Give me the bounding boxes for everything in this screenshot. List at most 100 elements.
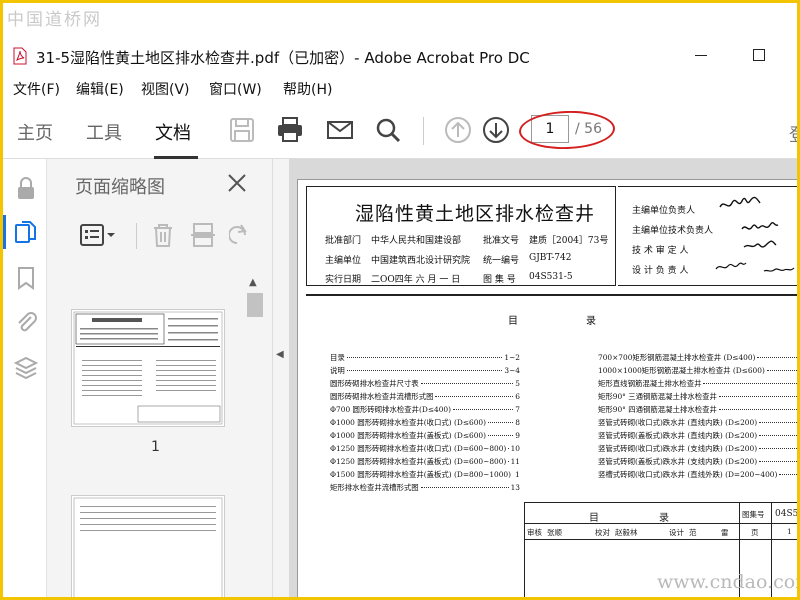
save-icon[interactable] [227,115,257,145]
mail-icon[interactable] [325,115,355,145]
stamp-page-label: 页 [751,528,759,537]
toc-entry-title: 700×700矩形钢筋混凝土排水检查井 (D≤400) [598,353,756,362]
menu-help[interactable]: 帮助(H) [283,79,332,99]
extract-pages-icon[interactable] [189,221,217,249]
toc-heading: 录 [586,316,596,327]
handwritten-signatures [715,196,795,272]
panel-splitter[interactable]: ◀ [273,159,289,597]
thumbnail-scrollbar[interactable]: ▲ [246,273,264,597]
scroll-thumb[interactable] [247,293,263,317]
print-icon[interactable] [275,115,305,145]
rotate-icon[interactable] [229,221,247,249]
toc-entry-page: 7 [515,405,520,414]
toc-row: 圆形砖砌排水检查井流槽形式图 6 [330,391,520,404]
number-label: 统一编号 [483,256,520,266]
toc-entry-title: Φ1000 圆形砖砌排水检查井(盖板式) (D≤600) [330,431,487,440]
toc-right-column: 700×700矩形钢筋混凝土排水检查井 (D≤400)141000×1000矩形… [598,352,797,482]
approve-doc-label: 批准文号 [483,236,520,246]
page-up-icon[interactable] [443,115,473,145]
date-label: 实行日期 [325,275,362,285]
toc-row: 矩形直线钢筋混凝土排水检查井16 [598,378,797,391]
attachment-icon[interactable] [13,309,39,335]
toc-row: 1000×1000矩形钢筋混凝土排水检查井 (D≤600)15 [598,365,797,378]
toc-row: 竖管式砖砌(收口式)跌水井 (直线内跌) (D≤200)19 [598,417,797,430]
toc-entry-title: 说明 [330,366,345,375]
toc-row: 说明 3~4 [330,365,520,378]
toc-leader-dots [420,487,509,488]
stamp-cell: 范 [689,528,697,537]
page-thumbnails-panel: 页面缩略图 1 ▲ [47,159,273,597]
signature-label: 主编单位技术负责人 [632,226,714,236]
tab-home[interactable]: 主页 [17,119,53,145]
toolbar-separator [423,117,424,145]
stamp-title: 目 [589,513,599,524]
toc-row: 目录 1~2 [330,352,520,365]
search-icon[interactable] [373,115,403,145]
toc-entry-title: 圆形砖砌排水检查井尺寸表 [330,379,419,388]
toc-row: 圆形砖砌排水检查井尺寸表 5 [330,378,520,391]
maximize-button[interactable] [753,49,765,61]
toc-entry-title: 竖管式砖砌(盖板式)跌水井 (直线内跌) (D≤200) [598,431,758,440]
signature-label: 设 计 负 责 人 [632,266,689,276]
toc-leader-dots [759,422,797,423]
app-window: 中国道桥网 31-5湿陷性黄土地区排水检查井.pdf（已加密）- Adobe A… [0,0,800,600]
toc-row: Φ1500 圆形砖砌排水检查井(盖板式) (D=800~1000)12 [330,469,520,482]
toc-entry-title: 矩形直线钢筋混凝土排水检查井 [598,379,702,388]
toc-row: 竖管式砖砌(盖板式)跌水井 (支线内跌) (D≤200)22 [598,456,797,469]
toc-entry-page: 1~2 [504,353,520,362]
toc-leader-dots [346,357,503,358]
approve-doc: 建质［2004］73号 [529,236,609,246]
toc-leader-dots [488,422,514,423]
stamp-cell: 审核 [527,528,542,537]
toc-leader-dots [718,396,797,397]
tab-tools[interactable]: 工具 [86,119,122,145]
toc-entry-title: Φ1500 圆形砖砌排水检查井(盖板式) (D=800~1000) [330,470,512,479]
pdf-page: 湿陷性黄土地区排水检查井 批准部门 中华人民共和国建设部 批准文号 建质［200… [297,179,797,597]
stamp-rule [525,539,797,540]
stamp-title: 录 [659,513,669,524]
scroll-up-icon[interactable]: ▲ [249,277,257,288]
page-thumbnails-icon[interactable] [13,219,39,245]
bookmark-icon[interactable] [13,265,39,291]
menu-file[interactable]: 文件(F) [13,79,60,99]
watermark-bottom: www.cndao.com [657,571,800,593]
toc-entry-title: Φ1250 圆形砖砌排水检查井(收口式) (D=600~800) [330,444,507,453]
layers-icon[interactable] [13,355,39,381]
main-toolbar: 主页 工具 文档 1 / 56 [3,103,797,159]
page-thumbnail-1[interactable] [71,309,225,427]
toc-row: 竖槽式砖砌(收口式)跌水井 (直线外跌) (D=200~400)23 [598,469,797,482]
stamp-rule [525,523,797,524]
thumbnail-page-number: 1 [151,439,160,455]
window-title: 31-5湿陷性黄土地区排水检查井.pdf（已加密）- Adobe Acrobat… [36,49,530,67]
watermark-top: 中国道桥网 [7,10,102,30]
lock-icon[interactable] [13,175,39,201]
toc-entry-page: 3~4 [504,366,520,375]
close-icon[interactable] [225,171,249,195]
delete-icon[interactable] [149,221,177,249]
tab-document[interactable]: 文档 [155,119,191,145]
sign-in-button[interactable]: 登 [789,121,797,147]
toc-entry-title: 圆形砖砌排水检查井流槽形式图 [330,392,434,401]
menu-window[interactable]: 窗口(W) [209,79,262,99]
page-down-icon[interactable] [481,115,511,145]
collapse-panel-icon[interactable]: ◀ [276,349,284,360]
menu-view[interactable]: 视图(V) [141,79,190,99]
title-bar: 31-5湿陷性黄土地区排水检查井.pdf（已加密）- Adobe Acrobat… [3,41,797,73]
toc-entry-page: 13 [510,483,520,492]
signature-label: 主编单位负责人 [632,206,696,216]
toc-entry-page: 5 [515,379,520,388]
document-viewer[interactable]: 湿陷性黄土地区排水检查井 批准部门 中华人民共和国建设部 批准文号 建质［200… [289,159,797,597]
options-menu-icon[interactable] [79,221,117,249]
editor-label: 主编单位 [325,256,362,266]
pdf-file-icon [13,47,27,65]
active-rail-indicator [3,215,6,249]
toc-leader-dots [757,357,797,358]
toc-heading: 目 [508,316,518,327]
editor: 中国建筑西北设计研究院 [371,256,471,266]
toc-entry-page: 11 [510,457,520,466]
toc-entry-title: 矩形90° 四通钢筋混凝土排水检查井 [598,405,717,414]
menu-edit[interactable]: 编辑(E) [76,79,124,99]
page-thumbnail-2[interactable] [71,495,225,597]
minimize-button[interactable] [695,55,707,56]
doc-title: 湿陷性黄土地区排水检查井 [355,203,596,225]
